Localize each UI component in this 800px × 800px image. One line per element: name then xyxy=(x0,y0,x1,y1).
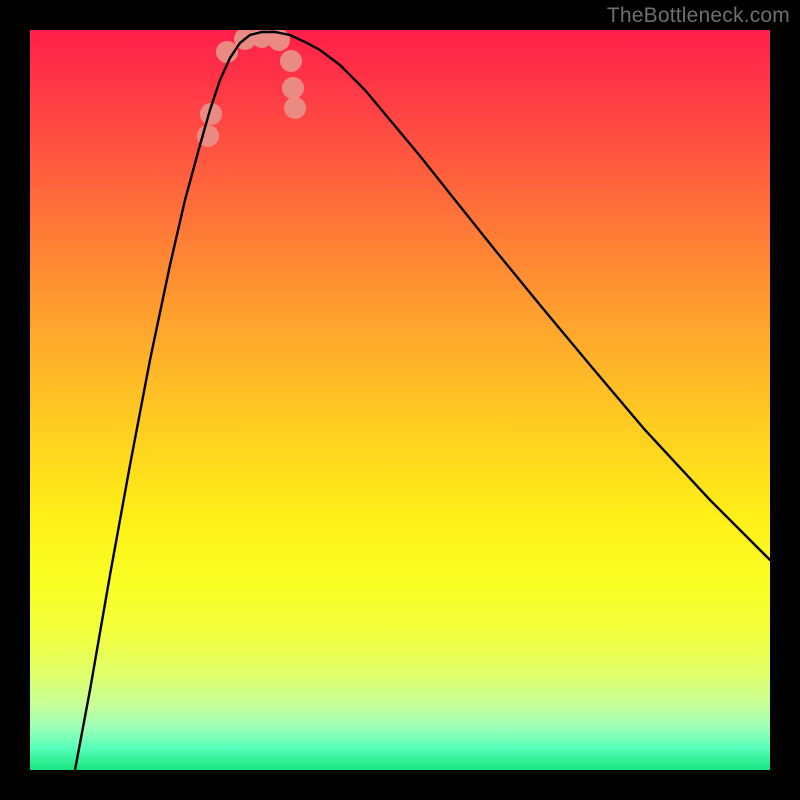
trough-marker-group xyxy=(197,30,306,147)
trough-marker xyxy=(280,50,302,72)
watermark-text: TheBottleneck.com xyxy=(607,4,790,28)
outer-frame: TheBottleneck.com xyxy=(0,0,800,800)
trough-marker xyxy=(282,77,304,99)
plot-area xyxy=(30,30,770,770)
curve-svg xyxy=(30,30,770,770)
bottleneck-curve xyxy=(75,32,770,770)
trough-marker xyxy=(284,97,306,119)
